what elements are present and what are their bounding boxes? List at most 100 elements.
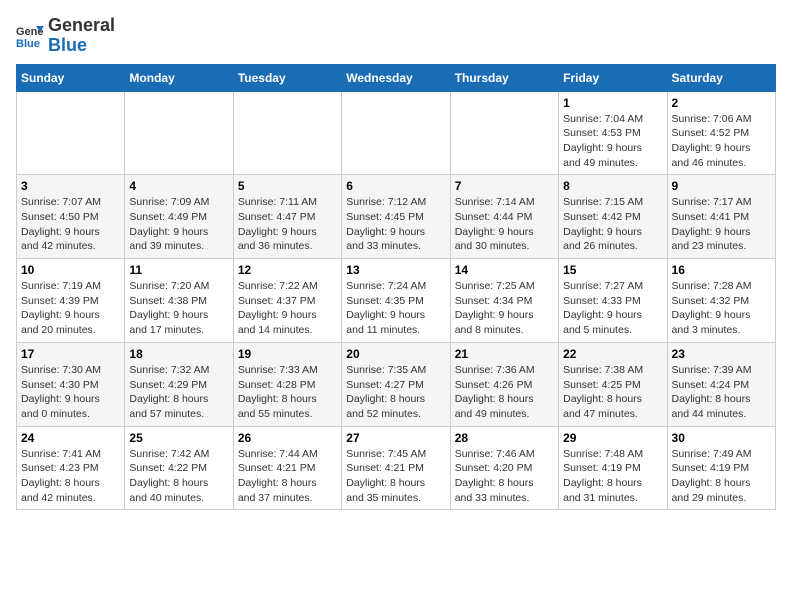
calendar-body: 1Sunrise: 7:04 AM Sunset: 4:53 PM Daylig… xyxy=(17,91,776,510)
calendar-cell: 28 Sunrise: 7:46 AM Sunset: 4:20 PM Dayli… xyxy=(450,426,558,510)
weekday-header: Sunday xyxy=(17,64,125,91)
day-info: Sunrise: 7:41 AM Sunset: 4:23 PM Dayligh… xyxy=(21,447,120,506)
calendar-cell xyxy=(450,91,558,175)
calendar-cell xyxy=(17,91,125,175)
day-number: 22 xyxy=(563,347,662,361)
logo-text: General Blue xyxy=(48,16,115,56)
day-info: Sunrise: 7:22 AM Sunset: 4:37 PM Dayligh… xyxy=(238,279,337,338)
logo-icon: General Blue xyxy=(16,22,44,50)
day-info: Sunrise: 7:35 AM Sunset: 4:27 PM Dayligh… xyxy=(346,363,445,422)
day-number: 11 xyxy=(129,263,228,277)
day-info: Sunrise: 7:15 AM Sunset: 4:42 PM Dayligh… xyxy=(563,195,662,254)
calendar-cell: 23 Sunrise: 7:39 AM Sunset: 4:24 PM Dayli… xyxy=(667,342,775,426)
calendar-cell: 10 Sunrise: 7:19 AM Sunset: 4:39 PM Dayli… xyxy=(17,259,125,343)
calendar-week-row: 17 Sunrise: 7:30 AM Sunset: 4:30 PM Dayli… xyxy=(17,342,776,426)
calendar-cell xyxy=(125,91,233,175)
day-info: Sunrise: 7:25 AM Sunset: 4:34 PM Dayligh… xyxy=(455,279,554,338)
calendar-cell: 27 Sunrise: 7:45 AM Sunset: 4:21 PM Dayli… xyxy=(342,426,450,510)
day-number: 23 xyxy=(672,347,771,361)
day-number: 28 xyxy=(455,431,554,445)
day-number: 1 xyxy=(563,96,662,110)
calendar-cell: 2 Sunrise: 7:06 AM Sunset: 4:52 PM Daylig… xyxy=(667,91,775,175)
day-number: 4 xyxy=(129,179,228,193)
calendar-cell: 30 Sunrise: 7:49 AM Sunset: 4:19 PM Dayli… xyxy=(667,426,775,510)
day-info: Sunrise: 7:38 AM Sunset: 4:25 PM Dayligh… xyxy=(563,363,662,422)
day-info: Sunrise: 7:09 AM Sunset: 4:49 PM Dayligh… xyxy=(129,195,228,254)
day-info: Sunrise: 7:28 AM Sunset: 4:32 PM Dayligh… xyxy=(672,279,771,338)
day-number: 7 xyxy=(455,179,554,193)
day-info: Sunrise: 7:46 AM Sunset: 4:20 PM Dayligh… xyxy=(455,447,554,506)
calendar-cell: 1Sunrise: 7:04 AM Sunset: 4:53 PM Daylig… xyxy=(559,91,667,175)
day-number: 20 xyxy=(346,347,445,361)
day-number: 29 xyxy=(563,431,662,445)
weekday-header: Monday xyxy=(125,64,233,91)
calendar-cell: 25 Sunrise: 7:42 AM Sunset: 4:22 PM Dayli… xyxy=(125,426,233,510)
calendar-cell: 6Sunrise: 7:12 AM Sunset: 4:45 PM Daylig… xyxy=(342,175,450,259)
day-info: Sunrise: 7:45 AM Sunset: 4:21 PM Dayligh… xyxy=(346,447,445,506)
day-info: Sunrise: 7:20 AM Sunset: 4:38 PM Dayligh… xyxy=(129,279,228,338)
calendar-cell xyxy=(233,91,341,175)
calendar-cell: 13Sunrise: 7:24 AM Sunset: 4:35 PM Dayli… xyxy=(342,259,450,343)
day-info: Sunrise: 7:42 AM Sunset: 4:22 PM Dayligh… xyxy=(129,447,228,506)
calendar-cell: 15Sunrise: 7:27 AM Sunset: 4:33 PM Dayli… xyxy=(559,259,667,343)
calendar-week-row: 1Sunrise: 7:04 AM Sunset: 4:53 PM Daylig… xyxy=(17,91,776,175)
calendar-cell: 17 Sunrise: 7:30 AM Sunset: 4:30 PM Dayli… xyxy=(17,342,125,426)
calendar-cell: 22 Sunrise: 7:38 AM Sunset: 4:25 PM Dayli… xyxy=(559,342,667,426)
calendar-cell: 8 Sunrise: 7:15 AM Sunset: 4:42 PM Daylig… xyxy=(559,175,667,259)
day-info: Sunrise: 7:12 AM Sunset: 4:45 PM Dayligh… xyxy=(346,195,445,254)
calendar-cell: 24Sunrise: 7:41 AM Sunset: 4:23 PM Dayli… xyxy=(17,426,125,510)
calendar-cell: 3 Sunrise: 7:07 AM Sunset: 4:50 PM Daylig… xyxy=(17,175,125,259)
day-number: 16 xyxy=(672,263,771,277)
day-number: 5 xyxy=(238,179,337,193)
day-number: 8 xyxy=(563,179,662,193)
calendar-cell xyxy=(342,91,450,175)
day-info: Sunrise: 7:07 AM Sunset: 4:50 PM Dayligh… xyxy=(21,195,120,254)
day-info: Sunrise: 7:48 AM Sunset: 4:19 PM Dayligh… xyxy=(563,447,662,506)
day-info: Sunrise: 7:27 AM Sunset: 4:33 PM Dayligh… xyxy=(563,279,662,338)
day-info: Sunrise: 7:39 AM Sunset: 4:24 PM Dayligh… xyxy=(672,363,771,422)
day-info: Sunrise: 7:14 AM Sunset: 4:44 PM Dayligh… xyxy=(455,195,554,254)
page-header: General Blue General Blue xyxy=(16,16,776,56)
svg-text:Blue: Blue xyxy=(16,38,40,50)
calendar-cell: 4 Sunrise: 7:09 AM Sunset: 4:49 PM Daylig… xyxy=(125,175,233,259)
day-number: 13 xyxy=(346,263,445,277)
calendar-header: SundayMondayTuesdayWednesdayThursdayFrid… xyxy=(17,64,776,91)
weekday-header: Friday xyxy=(559,64,667,91)
day-number: 2 xyxy=(672,96,771,110)
logo: General Blue General Blue xyxy=(16,16,115,56)
calendar-cell: 7 Sunrise: 7:14 AM Sunset: 4:44 PM Daylig… xyxy=(450,175,558,259)
day-number: 10 xyxy=(21,263,120,277)
day-info: Sunrise: 7:49 AM Sunset: 4:19 PM Dayligh… xyxy=(672,447,771,506)
day-number: 12 xyxy=(238,263,337,277)
day-info: Sunrise: 7:06 AM Sunset: 4:52 PM Dayligh… xyxy=(672,112,771,171)
calendar-cell: 26Sunrise: 7:44 AM Sunset: 4:21 PM Dayli… xyxy=(233,426,341,510)
day-number: 21 xyxy=(455,347,554,361)
calendar-cell: 29 Sunrise: 7:48 AM Sunset: 4:19 PM Dayli… xyxy=(559,426,667,510)
day-number: 3 xyxy=(21,179,120,193)
day-number: 9 xyxy=(672,179,771,193)
day-number: 25 xyxy=(129,431,228,445)
calendar-cell: 9 Sunrise: 7:17 AM Sunset: 4:41 PM Daylig… xyxy=(667,175,775,259)
day-number: 30 xyxy=(672,431,771,445)
day-info: Sunrise: 7:32 AM Sunset: 4:29 PM Dayligh… xyxy=(129,363,228,422)
calendar-cell: 11 Sunrise: 7:20 AM Sunset: 4:38 PM Dayli… xyxy=(125,259,233,343)
calendar-cell: 20 Sunrise: 7:35 AM Sunset: 4:27 PM Dayli… xyxy=(342,342,450,426)
calendar-cell: 5 Sunrise: 7:11 AM Sunset: 4:47 PM Daylig… xyxy=(233,175,341,259)
day-info: Sunrise: 7:19 AM Sunset: 4:39 PM Dayligh… xyxy=(21,279,120,338)
calendar-week-row: 24Sunrise: 7:41 AM Sunset: 4:23 PM Dayli… xyxy=(17,426,776,510)
day-info: Sunrise: 7:33 AM Sunset: 4:28 PM Dayligh… xyxy=(238,363,337,422)
day-number: 27 xyxy=(346,431,445,445)
calendar-week-row: 3 Sunrise: 7:07 AM Sunset: 4:50 PM Daylig… xyxy=(17,175,776,259)
day-number: 18 xyxy=(129,347,228,361)
calendar-cell: 19Sunrise: 7:33 AM Sunset: 4:28 PM Dayli… xyxy=(233,342,341,426)
day-number: 14 xyxy=(455,263,554,277)
day-info: Sunrise: 7:30 AM Sunset: 4:30 PM Dayligh… xyxy=(21,363,120,422)
day-info: Sunrise: 7:36 AM Sunset: 4:26 PM Dayligh… xyxy=(455,363,554,422)
weekday-header: Saturday xyxy=(667,64,775,91)
day-info: Sunrise: 7:11 AM Sunset: 4:47 PM Dayligh… xyxy=(238,195,337,254)
calendar-table: SundayMondayTuesdayWednesdayThursdayFrid… xyxy=(16,64,776,511)
day-info: Sunrise: 7:17 AM Sunset: 4:41 PM Dayligh… xyxy=(672,195,771,254)
day-number: 17 xyxy=(21,347,120,361)
calendar-week-row: 10 Sunrise: 7:19 AM Sunset: 4:39 PM Dayli… xyxy=(17,259,776,343)
weekday-header: Thursday xyxy=(450,64,558,91)
